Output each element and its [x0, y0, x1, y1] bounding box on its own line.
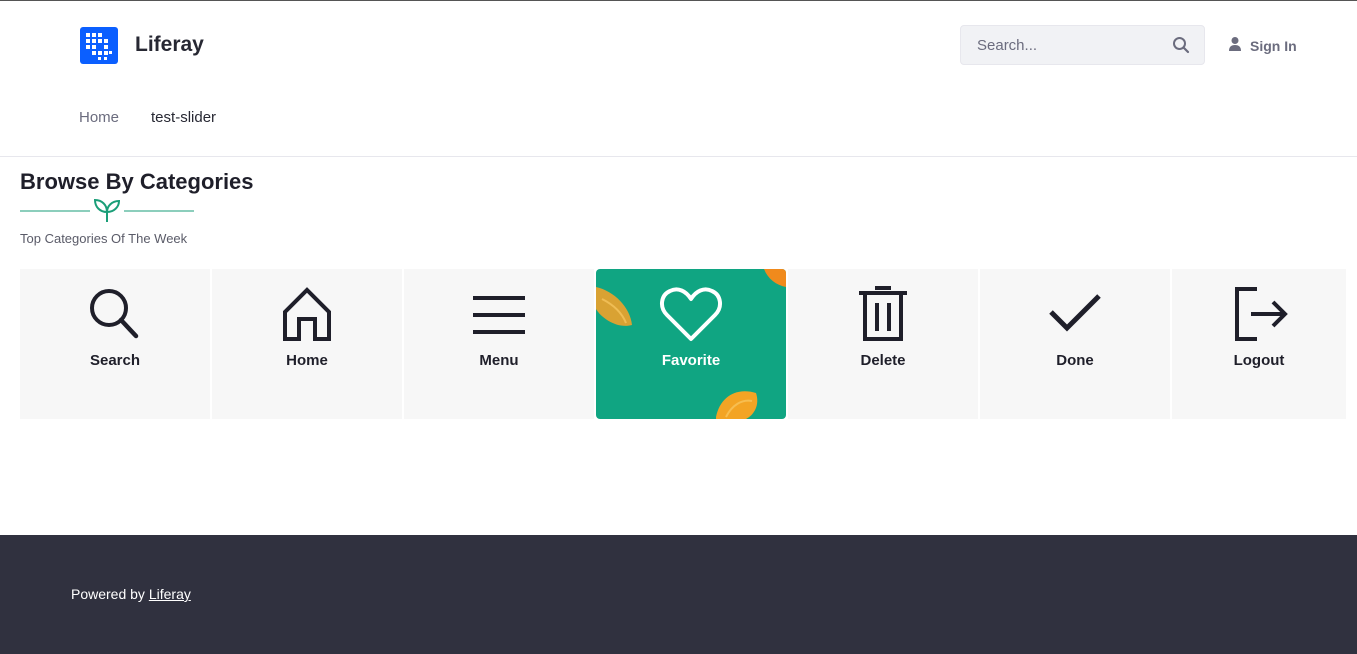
search-input[interactable]: [961, 26, 1166, 64]
category-label: Menu: [479, 352, 519, 369]
powered-by-text: Powered by: [71, 586, 145, 602]
category-tile-search[interactable]: Search: [20, 269, 210, 419]
category-tile-delete[interactable]: Delete: [788, 269, 978, 419]
category-tile-menu[interactable]: Menu: [404, 269, 594, 419]
category-label: Home: [286, 352, 328, 369]
home-icon: [283, 287, 331, 341]
section-title: Browse By Categories: [20, 169, 254, 194]
category-list: Search Home Menu Favorite Delete Done Lo…: [20, 269, 1346, 419]
category-label: Delete: [860, 352, 906, 369]
user-icon: [1228, 36, 1242, 57]
nav-item-test-slider[interactable]: test-slider: [151, 109, 216, 126]
category-label: Logout: [1233, 352, 1285, 369]
sign-in-button[interactable]: Sign In: [1228, 36, 1297, 57]
site-brand-name[interactable]: Liferay: [135, 33, 204, 57]
search-bar: [960, 25, 1205, 65]
sprout-icon: [20, 198, 194, 222]
category-tile-done[interactable]: Done: [980, 269, 1170, 419]
category-label: Done: [1056, 352, 1094, 369]
search-icon: [90, 289, 139, 339]
search-icon[interactable]: [1171, 35, 1191, 55]
header-divider: [0, 156, 1357, 157]
site-footer: Powered by Liferay: [0, 535, 1357, 654]
footer-liferay-link[interactable]: Liferay: [149, 586, 191, 602]
liferay-logo-icon[interactable]: [80, 27, 118, 64]
sign-in-label: Sign In: [1250, 38, 1297, 54]
category-label: Favorite: [661, 352, 721, 369]
logout-icon: [1235, 287, 1288, 341]
category-tile-favorite[interactable]: Favorite: [596, 269, 786, 419]
top-border: [0, 0, 1357, 1]
menu-icon: [473, 296, 525, 334]
trash-icon: [859, 286, 907, 341]
heart-icon: [660, 287, 722, 341]
check-icon: [1049, 294, 1101, 332]
nav-item-home[interactable]: Home: [79, 109, 119, 126]
sprout-divider: [20, 196, 196, 224]
footer-credit: Powered by Liferay: [71, 586, 191, 602]
category-label: Search: [89, 352, 141, 369]
main-navigation: Home test-slider: [79, 109, 248, 126]
category-tile-home[interactable]: Home: [212, 269, 402, 419]
section-subtitle: Top Categories Of The Week: [20, 231, 188, 246]
category-tile-logout[interactable]: Logout: [1172, 269, 1346, 419]
